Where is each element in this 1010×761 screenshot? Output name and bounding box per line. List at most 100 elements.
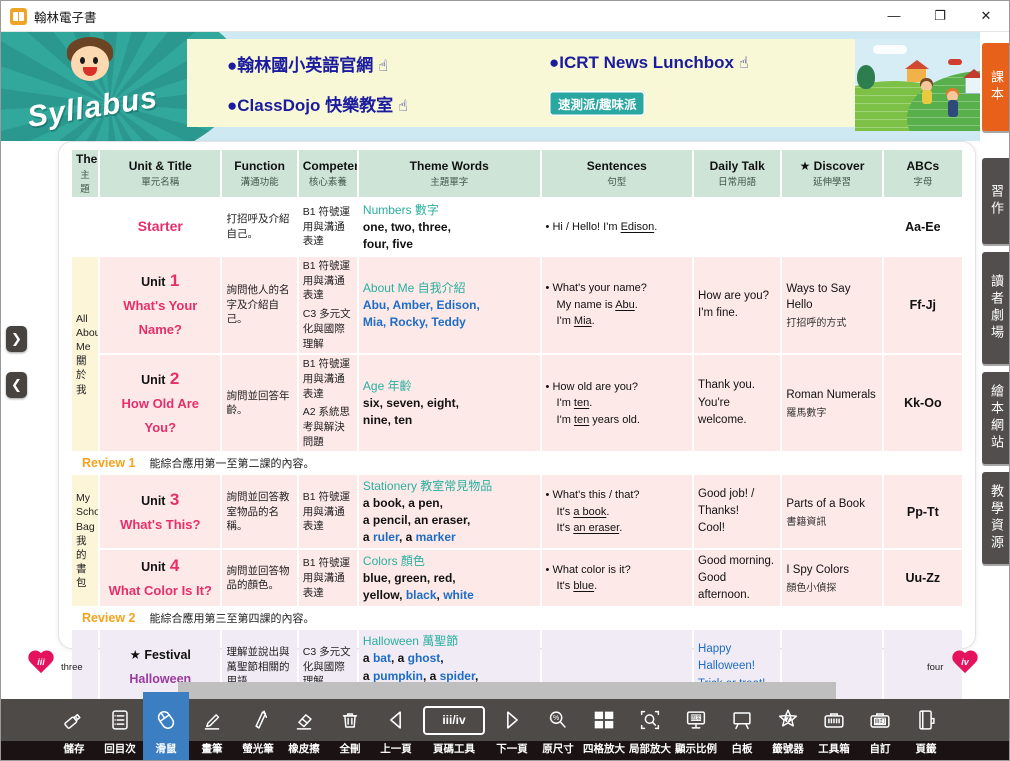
app-book-icon: [10, 8, 27, 25]
row-starter: Starter 打招呼及介紹自己。 B1 符號運用與溝通表達 Numbers 數…: [72, 199, 962, 255]
tab-textbook[interactable]: 課本: [982, 43, 1010, 131]
table-of-contents-button[interactable]: 回目次: [97, 699, 143, 760]
tool-label: 頁碼工具: [433, 741, 475, 760]
eraser-icon: [291, 707, 317, 733]
discover-zh: 打招呼的方式: [786, 314, 877, 329]
link-hanlin-english-site[interactable]: ●翰林國小英語官網☝: [227, 51, 549, 76]
festival-tag: ★ Festival: [130, 648, 191, 662]
display-ratio-button[interactable]: 固定 顯示比例: [673, 699, 719, 760]
link-label: ●翰林國小英語官網: [227, 56, 373, 75]
panel-expand-forward-button[interactable]: ❯: [6, 326, 27, 352]
whiteboard-button[interactable]: 白板: [719, 699, 765, 760]
quiz-badge-button[interactable]: 速測派/趣味派: [549, 91, 645, 116]
row-review1: Review 1 能綜合應用第一至第二課的內容。: [72, 453, 962, 473]
cell-starter-discover: [782, 199, 881, 255]
unit-number: 4: [170, 556, 179, 575]
cell-unit3-words: Stationery 教室常見物品 a book, a pen,a pencil…: [359, 475, 540, 548]
kid-figure: [921, 81, 933, 107]
cell-unit1-function: 詢問他人的名字及介紹自己。: [222, 257, 296, 353]
theme-words-body: a book, a pen,a pencil, an eraser,a rule…: [363, 495, 536, 546]
page-numeral: iii: [27, 657, 55, 667]
toc-list-icon: [107, 707, 133, 733]
panel-expand-back-button[interactable]: ❮: [6, 372, 27, 398]
mouse-tool-button[interactable]: 滑鼠: [143, 692, 189, 760]
cell-unit2-discover: Roman Numerals 羅馬數字: [782, 355, 881, 451]
four-grid-zoom-button[interactable]: 四格放大: [581, 699, 627, 760]
tool-label: 橡皮擦: [288, 741, 320, 760]
pen-tool-button[interactable]: 畫筆: [189, 699, 235, 760]
tab-workbook[interactable]: 習作: [982, 158, 1010, 244]
save-button[interactable]: 儲存: [51, 699, 97, 760]
header: Syllabus ●翰林國小英語官網☝ ●ICRT News Lunchbox☝…: [1, 31, 980, 141]
review2-text: 能綜合應用第三至第四課的內容。: [150, 610, 315, 626]
maximize-button[interactable]: ❐: [917, 1, 963, 31]
unit-title: What's This?: [120, 517, 200, 532]
unit-word: Unit: [141, 494, 165, 508]
svg-text:7: 7: [786, 714, 790, 723]
cell-review1: Review 1 能綜合應用第一至第二課的內容。: [72, 453, 962, 473]
page-number-heart-right: iv: [951, 651, 979, 676]
custom-case-icon: 自訂: [867, 707, 893, 733]
theme-words-body: Abu, Amber, Edison,Mia, Rocky, Teddy: [363, 297, 536, 331]
header-theme-words: Theme Words主題單字: [359, 150, 540, 197]
previous-page-button[interactable]: 上一頁: [373, 699, 419, 760]
header-discover: ★ Discover延伸學習: [782, 150, 881, 197]
highlighter-tool-button[interactable]: 螢光筆: [235, 699, 281, 760]
next-page-button[interactable]: 下一頁: [489, 699, 535, 760]
bottom-toolbar: 儲存 回目次 滑鼠 畫筆 螢光筆 橡皮擦 全刪 上一頁: [1, 699, 1009, 760]
mascot-eye: [80, 57, 85, 64]
original-size-button[interactable]: % 原尺寸: [535, 699, 581, 760]
pointer-hand-icon: ☝: [739, 55, 749, 72]
unit-word: Unit: [141, 560, 165, 574]
discover-zh: 顏色小偵探: [786, 579, 877, 594]
svg-text:固定: 固定: [691, 715, 701, 722]
car-shape: [948, 59, 962, 65]
cell-unit1-competency: B1 符號運用與溝通表達C3 多元文化與國際理解: [299, 257, 357, 353]
page-tab-button[interactable]: 頁籤: [903, 699, 949, 760]
page-number-box[interactable]: iii/iv: [423, 706, 485, 735]
link-icrt-news-lunchbox[interactable]: ●ICRT News Lunchbox☝: [549, 53, 855, 73]
toolbox-button[interactable]: 工具箱: [811, 699, 857, 760]
theme-words-head: Halloween 萬聖節: [363, 632, 536, 649]
cell-unit2-abcs: Kk-Oo: [884, 355, 962, 451]
custom-button[interactable]: 自訂 自訂: [857, 699, 903, 760]
row-unit3: MySchoolBag我的書包 Unit 3 What's This? 詢問並回…: [72, 475, 962, 548]
tool-label: 顯示比例: [675, 741, 717, 760]
table-header-row: Theme主題 Unit & Title單元名稱 Function溝通功能 Co…: [72, 150, 962, 197]
tab-readers-theater[interactable]: 讀者劇場: [982, 252, 1010, 364]
cell-unit1-words: About Me 自我介紹 Abu, Amber, Edison,Mia, Ro…: [359, 257, 540, 353]
link-classdojo[interactable]: ●ClassDojo 快樂教室☝: [227, 91, 549, 116]
discover-zh: 羅馬數字: [786, 404, 877, 419]
cell-unit4-competency: B1 符號運用與溝通表達: [299, 550, 357, 606]
partial-zoom-button[interactable]: 局部放大: [627, 699, 673, 760]
tree-shape: [857, 65, 875, 89]
close-button[interactable]: ✕: [963, 1, 1009, 31]
cell-unit2-daily: Thank you.You're welcome.: [694, 355, 780, 451]
number-picker-button[interactable]: 7 籤號器: [765, 699, 811, 760]
triangle-left-icon: [383, 707, 409, 733]
tab-picture-book-site[interactable]: 繪本網站: [982, 372, 1010, 464]
discover-en: Roman Numerals: [786, 387, 877, 403]
cell-theme-all-about-me: AllAboutMe關於我: [72, 257, 98, 451]
cell-unit3-title: Unit 3 What's This?: [100, 475, 220, 548]
theme-words-head: Stationery 教室常見物品: [363, 477, 536, 494]
review1-text: 能綜合應用第一至第二課的內容。: [150, 455, 315, 471]
row-unit2: Unit 2 How Old Are You? 詢問並回答年齡。 B1 符號運用…: [72, 355, 962, 451]
links-banner: ●翰林國小英語官網☝ ●ICRT News Lunchbox☝ ●ClassDo…: [187, 39, 855, 127]
discover-zh: 書籍資訊: [786, 513, 877, 528]
usb-save-icon: [61, 707, 87, 733]
horizontal-scrollbar-thumb[interactable]: [178, 682, 836, 700]
unit-word: Unit: [141, 373, 165, 387]
theme-words-head: Numbers 數字: [363, 201, 536, 218]
row-review2: Review 2 能綜合應用第三至第四課的內容。: [72, 608, 962, 628]
cell-review2: Review 2 能綜合應用第三至第四課的內容。: [72, 608, 962, 628]
page-number-tool-button[interactable]: iii/iv 頁碼工具: [419, 699, 489, 760]
eraser-tool-button[interactable]: 橡皮擦: [281, 699, 327, 760]
unit-number: 1: [170, 271, 179, 290]
page-numeral: iv: [951, 657, 979, 667]
tab-teaching-resources[interactable]: 教學資源: [982, 472, 1010, 564]
delete-all-button[interactable]: 全刪: [327, 699, 373, 760]
minimize-button[interactable]: —: [871, 1, 917, 31]
cell-starter-sentences: • Hi / Hello! I'm Edison.: [542, 199, 693, 255]
svg-text:%: %: [553, 715, 559, 722]
